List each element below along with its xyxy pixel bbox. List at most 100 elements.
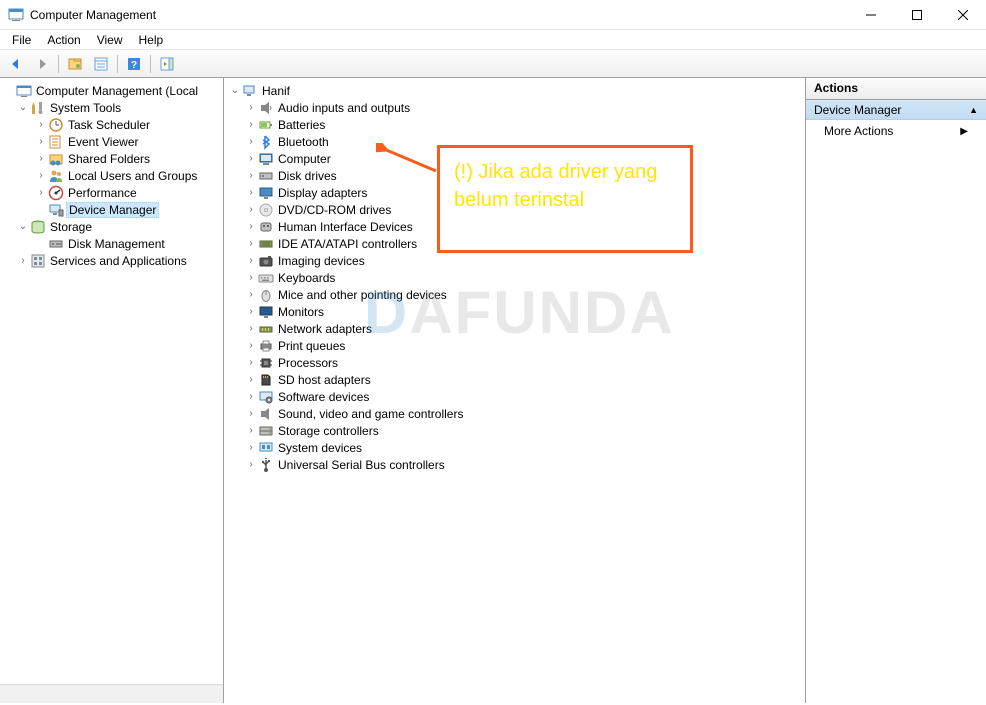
chevron-down-icon[interactable]: ⌄ <box>16 221 30 232</box>
monitor-icon <box>258 304 274 320</box>
chevron-right-icon[interactable]: › <box>244 459 258 470</box>
device-category[interactable]: › Monitors <box>224 303 805 320</box>
scroll-right-button[interactable]: ► <box>205 685 223 703</box>
chevron-right-icon[interactable]: › <box>244 187 258 198</box>
chevron-right-icon[interactable]: › <box>244 408 258 419</box>
device-category[interactable]: ›Imaging devices <box>224 252 805 269</box>
actions-header: Actions <box>806 78 986 100</box>
menubar: File Action View Help <box>0 30 986 50</box>
usb-icon <box>258 457 274 473</box>
device-category-label: Batteries <box>276 118 327 132</box>
device-category[interactable]: ›Audio inputs and outputs <box>224 99 805 116</box>
audio-icon <box>258 100 274 116</box>
chevron-right-icon[interactable]: › <box>244 136 258 147</box>
chevron-right-icon[interactable]: › <box>244 340 258 351</box>
chevron-right-icon[interactable]: › <box>244 221 258 232</box>
tree-event-viewer[interactable]: › Event Viewer <box>0 133 223 150</box>
chevron-right-icon[interactable]: › <box>16 255 30 266</box>
chevron-right-icon[interactable]: › <box>244 425 258 436</box>
tree-device-manager[interactable]: Device Manager <box>0 201 223 218</box>
chevron-right-icon[interactable]: › <box>244 102 258 113</box>
chevron-right-icon[interactable]: › <box>244 323 258 334</box>
tree-services-apps[interactable]: › Services and Applications <box>0 252 223 269</box>
chevron-right-icon[interactable]: › <box>244 289 258 300</box>
chevron-right-icon[interactable]: › <box>34 187 48 198</box>
device-category[interactable]: ›Mice and other pointing devices <box>224 286 805 303</box>
device-category[interactable]: ›Software devices <box>224 388 805 405</box>
device-category[interactable]: ›Print queues <box>224 337 805 354</box>
chevron-right-icon[interactable]: › <box>244 306 258 317</box>
actions-section-label: Device Manager <box>814 103 901 117</box>
menu-view[interactable]: View <box>89 31 131 49</box>
battery-icon <box>258 117 274 133</box>
scroll-left-button[interactable]: ◄ <box>0 685 18 703</box>
back-button[interactable] <box>4 53 28 75</box>
chevron-right-icon[interactable]: › <box>34 119 48 130</box>
chevron-right-icon[interactable]: › <box>244 204 258 215</box>
actions-section-device-manager[interactable]: Device Manager ▲ <box>806 100 986 120</box>
chevron-right-icon[interactable]: › <box>244 391 258 402</box>
system-tools-icon <box>30 100 46 116</box>
properties-button[interactable] <box>89 53 113 75</box>
chevron-right-icon[interactable]: › <box>244 255 258 266</box>
chevron-right-icon[interactable]: › <box>244 170 258 181</box>
device-category[interactable]: › Batteries <box>224 116 805 133</box>
tree-system-tools[interactable]: ⌄ System Tools <box>0 99 223 116</box>
chevron-right-icon[interactable]: › <box>244 119 258 130</box>
tree-label: Storage <box>48 220 94 234</box>
device-category[interactable]: ›Universal Serial Bus controllers <box>224 456 805 473</box>
chevron-right-icon[interactable]: › <box>244 272 258 283</box>
computer-icon <box>242 83 258 99</box>
chevron-right-icon[interactable]: › <box>34 170 48 181</box>
action-pane-button[interactable] <box>155 53 179 75</box>
tree-label: Shared Folders <box>66 152 152 166</box>
window-controls <box>848 0 986 30</box>
close-button[interactable] <box>940 0 986 30</box>
device-category-label: Display adapters <box>276 186 369 200</box>
tree-shared-folders[interactable]: › Shared Folders <box>0 150 223 167</box>
maximize-button[interactable] <box>894 0 940 30</box>
forward-button[interactable] <box>30 53 54 75</box>
device-category[interactable]: ›Sound, video and game controllers <box>224 405 805 422</box>
device-category[interactable]: › SD host adapters <box>224 371 805 388</box>
device-category[interactable]: ›Storage controllers <box>224 422 805 439</box>
menu-help[interactable]: Help <box>131 31 172 49</box>
chevron-right-icon[interactable]: › <box>34 153 48 164</box>
chevron-right-icon[interactable]: › <box>244 238 258 249</box>
chevron-right-icon[interactable]: › <box>244 374 258 385</box>
device-category-label: Monitors <box>276 305 326 319</box>
tree-disk-management[interactable]: Disk Management <box>0 235 223 252</box>
chevron-right-icon[interactable]: › <box>244 153 258 164</box>
tree-storage[interactable]: ⌄ Storage <box>0 218 223 235</box>
chevron-right-icon[interactable]: › <box>34 136 48 147</box>
tree-root[interactable]: Computer Management (Local <box>0 82 223 99</box>
chevron-down-icon[interactable]: ⌄ <box>228 85 242 96</box>
device-category[interactable]: › Keyboards <box>224 269 805 286</box>
tree-performance[interactable]: › Performance <box>0 184 223 201</box>
menu-action[interactable]: Action <box>39 31 88 49</box>
tree-local-users[interactable]: › Local Users and Groups <box>0 167 223 184</box>
tree-task-scheduler[interactable]: › Task Scheduler <box>0 116 223 133</box>
collapse-icon: ▲ <box>969 105 978 115</box>
display-icon <box>258 185 274 201</box>
device-category-label: Human Interface Devices <box>276 220 415 234</box>
device-category-label: SD host adapters <box>276 373 373 387</box>
chevron-right-icon[interactable]: › <box>244 442 258 453</box>
minimize-button[interactable] <box>848 0 894 30</box>
show-hide-button[interactable] <box>63 53 87 75</box>
actions-more[interactable]: More Actions ▶ <box>806 120 986 142</box>
menu-file[interactable]: File <box>4 31 39 49</box>
storage-icon <box>30 219 46 235</box>
chevron-right-icon[interactable]: › <box>244 357 258 368</box>
annotation-arrow <box>376 143 446 183</box>
device-root[interactable]: ⌄ Hanif <box>224 82 805 99</box>
chevron-down-icon[interactable]: ⌄ <box>16 102 30 113</box>
device-category[interactable]: ›Network adapters <box>224 320 805 337</box>
toolbar-separator <box>117 55 118 73</box>
local-users-icon <box>48 168 64 184</box>
device-category-label: Computer <box>276 152 333 166</box>
device-category-label: Keyboards <box>276 271 337 285</box>
device-category[interactable]: ›System devices <box>224 439 805 456</box>
help-button[interactable]: ? <box>122 53 146 75</box>
device-category[interactable]: ›Processors <box>224 354 805 371</box>
